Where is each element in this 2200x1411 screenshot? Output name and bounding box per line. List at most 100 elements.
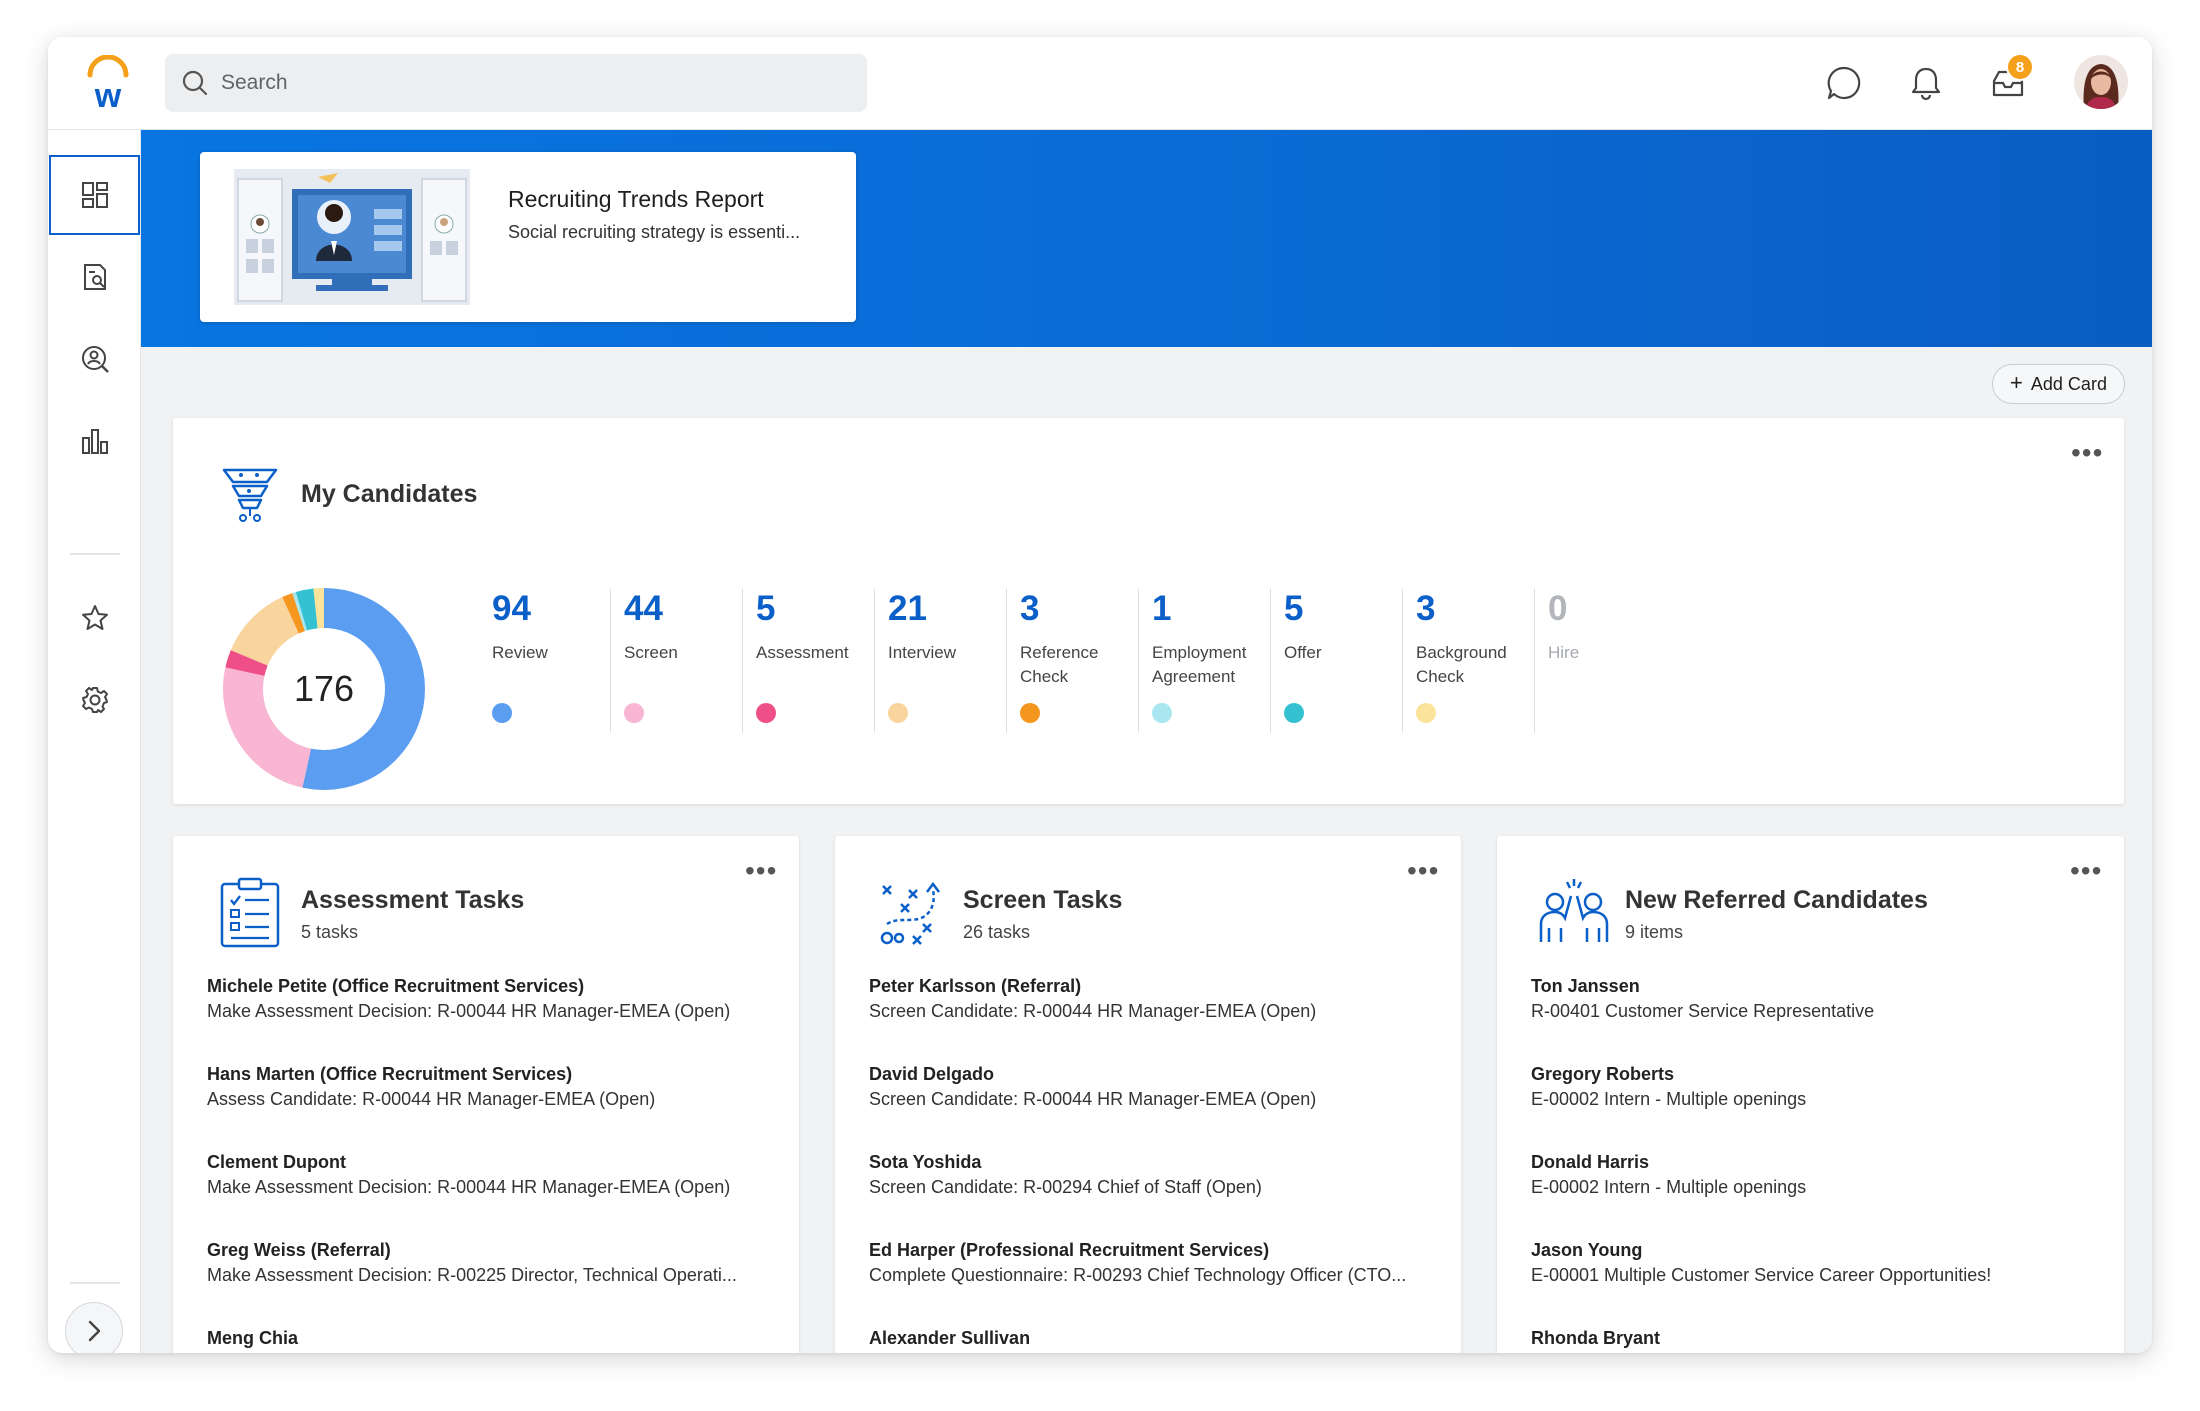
list-item[interactable]: Hans Marten (Office Recruitment Services… bbox=[207, 1064, 787, 1152]
inbox-icon[interactable]: 8 bbox=[1986, 61, 2030, 105]
list-item[interactable]: Gregory RobertsE-00002 Intern - Multiple… bbox=[1531, 1064, 2111, 1152]
list-item[interactable]: Jason YoungE-00001 Multiple Customer Ser… bbox=[1531, 1240, 2111, 1328]
stage-count: 0 bbox=[1548, 589, 1567, 629]
item-detail: Complete Questionnaire: R-00293 Chief Te… bbox=[869, 1265, 1449, 1286]
list-item[interactable]: Ed Harper (Professional Recruitment Serv… bbox=[869, 1240, 1449, 1328]
item-name[interactable]: Alexander Sullivan bbox=[869, 1328, 1449, 1349]
referred-candidates-count: 9 items bbox=[1625, 922, 1683, 943]
list-item[interactable]: Donald HarrisE-00002 Intern - Multiple o… bbox=[1531, 1152, 2111, 1240]
stage-column[interactable]: 5Assessment bbox=[756, 589, 888, 757]
search-bar[interactable] bbox=[165, 54, 867, 112]
my-candidates-title: My Candidates bbox=[301, 480, 477, 509]
plus-icon: + bbox=[2010, 370, 2023, 396]
announcement-banner: Recruiting Trends Report Social recruiti… bbox=[141, 130, 2152, 347]
list-item[interactable]: David DelgadoScreen Candidate: R-00044 H… bbox=[869, 1064, 1449, 1152]
sidebar-divider bbox=[70, 1282, 120, 1284]
list-item[interactable]: Peter Karlsson (Referral) Screen Candidat… bbox=[869, 976, 1449, 1064]
stage-count: 21 bbox=[888, 589, 927, 629]
assessment-tasks-card: ••• Assessment Tasks 5 tasks Michele Pet… bbox=[173, 836, 799, 1353]
stage-list: 94Review44Screen5Assessment21Interview3R… bbox=[492, 589, 1692, 759]
screen-tasks-card: ••• Screen Tasks 26 tasks Peter Karlsson… bbox=[835, 836, 1461, 1353]
add-card-button[interactable]: + Add Card bbox=[1992, 364, 2125, 404]
stage-color-dot bbox=[492, 703, 512, 723]
item-name[interactable]: Ton Janssen bbox=[1531, 976, 2111, 997]
more-options-icon[interactable]: ••• bbox=[745, 866, 777, 876]
stage-color-dot bbox=[1020, 703, 1040, 723]
workday-logo[interactable]: w bbox=[82, 55, 134, 111]
list-item[interactable]: Alexander Sullivan bbox=[869, 1328, 1449, 1353]
stage-label: Assessment bbox=[756, 641, 881, 665]
stage-column[interactable]: 21 Interview bbox=[888, 589, 1020, 757]
stage-color-dot bbox=[624, 703, 644, 723]
funnel-icon bbox=[221, 464, 279, 529]
user-avatar[interactable] bbox=[2074, 55, 2128, 109]
screen-tasks-title: Screen Tasks bbox=[963, 886, 1122, 915]
list-item[interactable]: Ton JanssenR-00401 Customer Service Repr… bbox=[1531, 976, 2111, 1064]
recruiting-trends-card[interactable]: Recruiting Trends Report Social recruiti… bbox=[200, 152, 856, 322]
more-options-icon[interactable]: ••• bbox=[1407, 866, 1439, 876]
search-input[interactable] bbox=[221, 71, 821, 95]
report-search-icon bbox=[80, 262, 110, 292]
list-item[interactable]: Clement Dupont Make Assessment Decision: … bbox=[207, 1152, 787, 1240]
list-item[interactable]: Michele Petite (Office Recruitment Servi… bbox=[207, 976, 787, 1064]
sidebar-item-settings[interactable] bbox=[48, 660, 141, 740]
stage-column[interactable]: 0 Hire bbox=[1548, 589, 1680, 757]
more-options-icon[interactable]: ••• bbox=[2071, 448, 2103, 458]
chat-icon[interactable] bbox=[1822, 61, 1866, 105]
list-item[interactable]: Greg Weiss (Referral)Make Assessment Dec… bbox=[207, 1240, 787, 1328]
assessment-tasks-count: 5 tasks bbox=[301, 922, 358, 943]
stage-count: 3 bbox=[1416, 589, 1435, 629]
stage-divider bbox=[1534, 589, 1535, 733]
item-name[interactable]: Greg Weiss (Referral) bbox=[207, 1240, 787, 1261]
stage-column[interactable]: 1Employment Agreement bbox=[1152, 589, 1284, 757]
item-name[interactable]: Hans Marten (Office Recruitment Services… bbox=[207, 1064, 787, 1085]
bar-chart-icon bbox=[80, 426, 110, 456]
stage-color-dot bbox=[1284, 703, 1304, 723]
item-name[interactable]: Ed Harper (Professional Recruitment Serv… bbox=[869, 1240, 1449, 1261]
item-name[interactable]: Peter Karlsson (Referral) bbox=[869, 976, 1449, 997]
item-detail: Make Assessment Decision: R-00044 HR Man… bbox=[207, 1177, 787, 1198]
stage-column[interactable]: 3Reference Check bbox=[1020, 589, 1152, 757]
item-detail: Make Assessment Decision: R-00044 HR Man… bbox=[207, 1001, 787, 1022]
item-name[interactable]: Donald Harris bbox=[1531, 1152, 2111, 1173]
more-options-icon[interactable]: ••• bbox=[2070, 866, 2102, 876]
item-name[interactable]: Meng Chia bbox=[207, 1328, 787, 1349]
star-icon bbox=[80, 603, 110, 633]
item-name[interactable]: Clement Dupont bbox=[207, 1152, 787, 1173]
stage-column[interactable]: 5Offer bbox=[1284, 589, 1416, 757]
item-name[interactable]: Michele Petite (Office Recruitment Servi… bbox=[207, 976, 787, 997]
list-item[interactable]: Sota YoshidaScreen Candidate: R-00294 Ch… bbox=[869, 1152, 1449, 1240]
list-item[interactable]: Meng Chia bbox=[207, 1328, 787, 1353]
stage-label: Hire bbox=[1548, 641, 1673, 665]
referred-candidates-card: ••• New Referred Candidates 9 items Ton … bbox=[1497, 836, 2124, 1353]
stage-column[interactable]: 44Screen bbox=[624, 589, 756, 757]
sidebar-item-analytics[interactable] bbox=[48, 401, 141, 481]
candidates-total: 176 bbox=[223, 588, 425, 790]
item-name[interactable]: David Delgado bbox=[869, 1064, 1449, 1085]
stage-color-dot bbox=[1152, 703, 1172, 723]
stage-divider bbox=[874, 589, 875, 733]
bell-icon[interactable] bbox=[1904, 61, 1948, 105]
list-item[interactable]: Rhonda Bryant bbox=[1531, 1328, 2111, 1353]
sidebar bbox=[48, 130, 141, 1353]
sidebar-item-reports[interactable] bbox=[48, 237, 141, 317]
expand-sidebar-button[interactable] bbox=[65, 1302, 123, 1353]
candidates-donut-chart[interactable]: 176 bbox=[223, 588, 425, 790]
stage-color-dot bbox=[888, 703, 908, 723]
sidebar-item-dashboard[interactable] bbox=[49, 155, 140, 235]
item-name[interactable]: Jason Young bbox=[1531, 1240, 2111, 1261]
sidebar-item-find-candidates[interactable] bbox=[48, 319, 141, 399]
item-name[interactable]: Rhonda Bryant bbox=[1531, 1328, 2111, 1349]
stage-label: Interview bbox=[888, 641, 1013, 665]
stage-color-dot bbox=[756, 703, 776, 723]
item-name[interactable]: Gregory Roberts bbox=[1531, 1064, 2111, 1085]
stage-column[interactable]: 3Background Check bbox=[1416, 589, 1548, 757]
item-detail: Screen Candidate: R-00044 HR Manager-EME… bbox=[869, 1001, 1449, 1022]
assessment-task-list: Michele Petite (Office Recruitment Servi… bbox=[207, 976, 787, 1353]
stage-count: 5 bbox=[1284, 589, 1303, 629]
stage-label: Review bbox=[492, 641, 617, 665]
sidebar-item-favorites[interactable] bbox=[48, 578, 141, 658]
my-candidates-card: ••• My Candidates 176 94Review44Screen5A… bbox=[173, 418, 2124, 804]
item-name[interactable]: Sota Yoshida bbox=[869, 1152, 1449, 1173]
stage-column[interactable]: 94Review bbox=[492, 589, 624, 757]
